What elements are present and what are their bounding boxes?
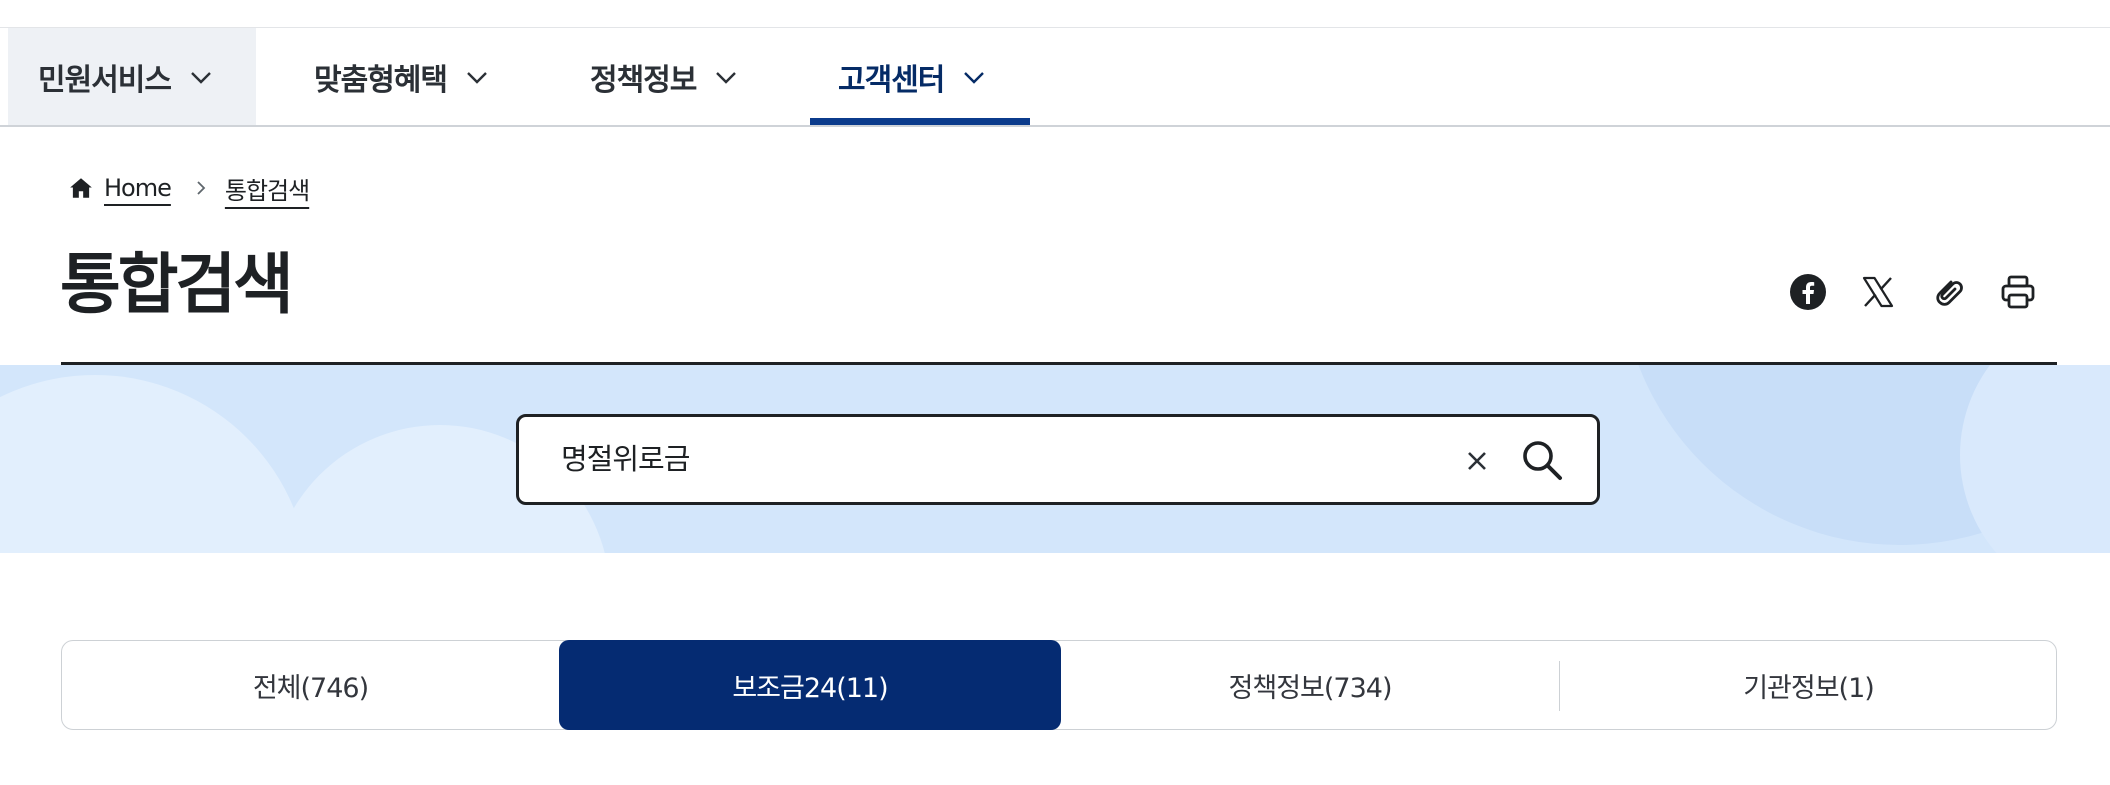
tab-agency-info[interactable]: 기관정보(1)	[1560, 640, 2057, 730]
share-toolbar	[1786, 270, 2040, 314]
search-input-value[interactable]: 명절위로금	[561, 417, 690, 502]
nav-item-label: 고객센터	[838, 62, 945, 98]
print-button[interactable]	[1996, 270, 2040, 314]
nav-item-civil-service[interactable]: 민원서비스	[8, 28, 256, 125]
chevron-down-icon	[191, 71, 211, 84]
nav-item-custom-benefits[interactable]: 맞춤형혜택	[284, 28, 534, 125]
result-category-tabs: 전체(746) 보조금24(11) 정책정보(734) 기관정보(1)	[61, 640, 2057, 730]
nav-item-label: 정책정보	[590, 62, 697, 98]
breadcrumb-home-link[interactable]: Home	[104, 174, 172, 202]
link-icon	[1936, 280, 1963, 306]
search-input[interactable]: 명절위로금	[516, 414, 1600, 505]
clear-search-button[interactable]	[1457, 441, 1497, 481]
nav-item-policy-info[interactable]: 정책정보	[560, 28, 780, 125]
tab-subsidy24[interactable]: 보조금24(11)	[559, 640, 1061, 730]
background-decoration	[0, 375, 310, 553]
share-facebook-button[interactable]	[1786, 270, 1830, 314]
share-x-button[interactable]	[1856, 270, 1900, 314]
main-navigation: 민원서비스 맞춤형혜택 정책정보 고객센터	[0, 28, 2110, 127]
facebook-icon	[1790, 274, 1826, 310]
x-icon	[1862, 276, 1894, 308]
home-icon	[70, 178, 92, 198]
nav-item-customer-center[interactable]: 고객센터	[808, 28, 1030, 125]
chevron-right-icon	[197, 181, 206, 195]
tab-all[interactable]: 전체(746)	[62, 640, 559, 730]
nav-item-label: 민원서비스	[38, 62, 172, 98]
print-icon	[2001, 275, 2035, 309]
page-title: 통합검색	[60, 246, 294, 323]
breadcrumb-current[interactable]: 통합검색	[225, 171, 310, 206]
breadcrumb: Home 통합검색	[68, 168, 310, 208]
nav-item-label: 맞춤형혜택	[314, 62, 448, 98]
background-decoration	[1960, 365, 2110, 553]
copy-link-button[interactable]	[1926, 270, 1970, 314]
chevron-down-icon	[964, 71, 985, 84]
tab-policy-info[interactable]: 정책정보(734)	[1061, 640, 1559, 730]
nav-active-indicator	[810, 118, 1030, 125]
search-icon	[1523, 441, 1562, 480]
chevron-down-icon	[716, 71, 737, 84]
close-icon	[1468, 452, 1486, 470]
search-submit-button[interactable]	[1515, 433, 1569, 487]
chevron-down-icon	[467, 71, 487, 84]
